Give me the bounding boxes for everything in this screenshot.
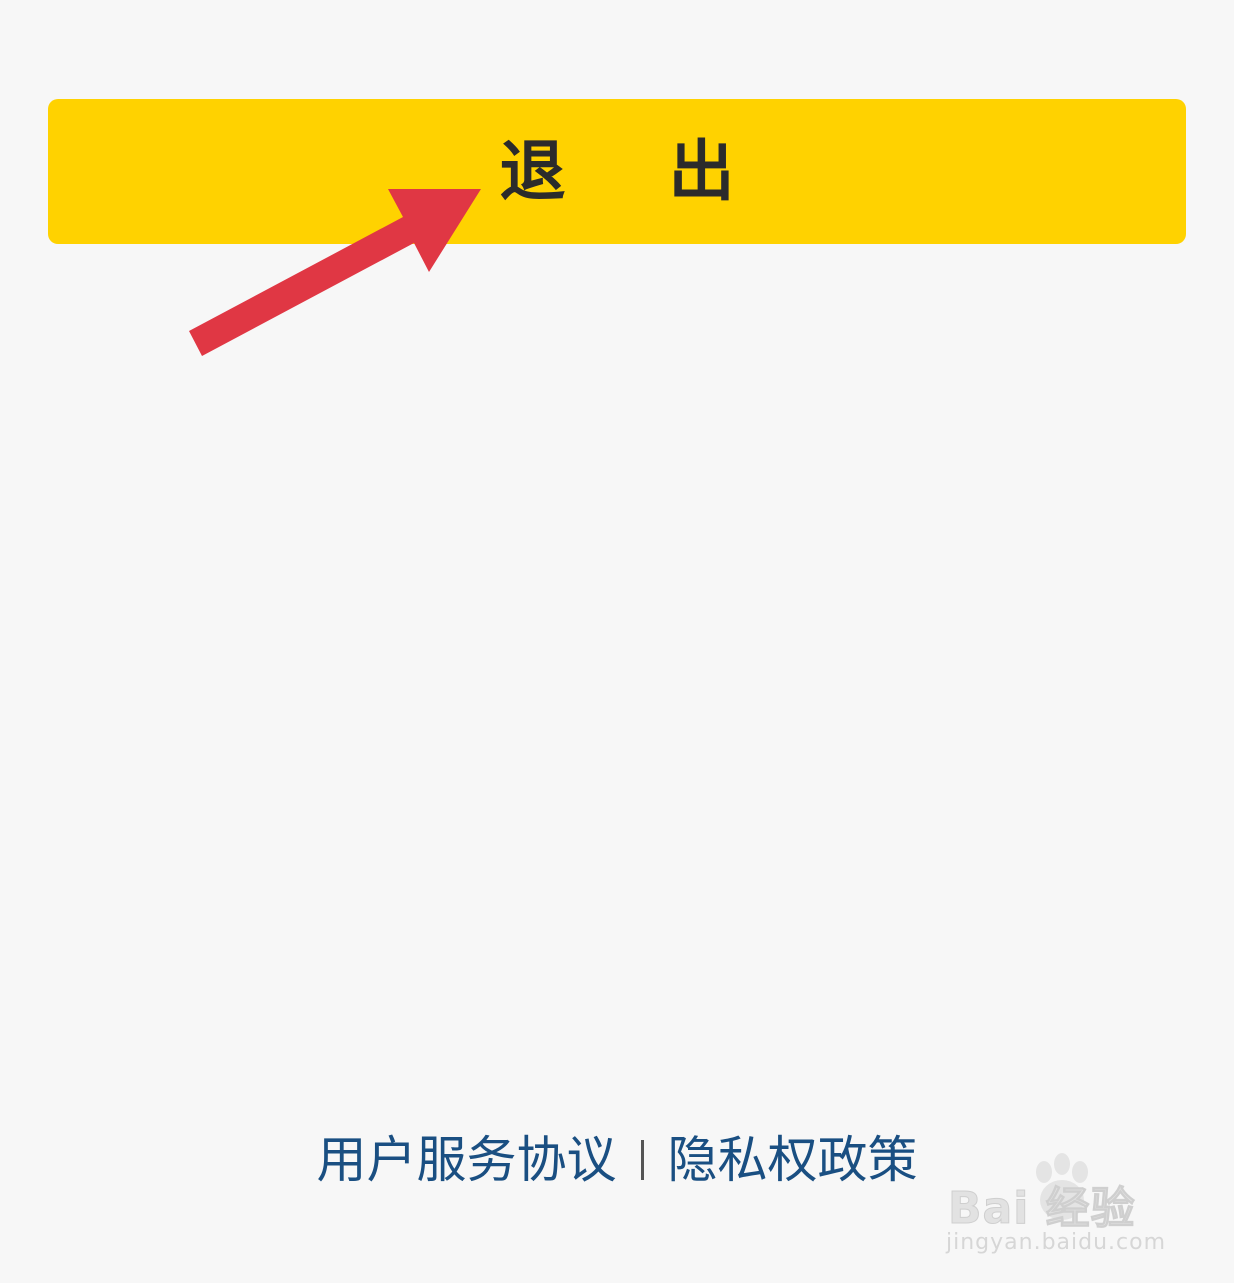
privacy-policy-link[interactable]: 隐私权政策 bbox=[668, 1135, 918, 1185]
footer-divider bbox=[640, 1140, 644, 1180]
baidu-jingyan-watermark: Bai 经验 jingyan.baidu.com bbox=[940, 1148, 1180, 1258]
logout-button[interactable]: 退 出 bbox=[48, 99, 1186, 244]
user-agreement-link[interactable]: 用户服务协议 bbox=[317, 1135, 617, 1185]
logout-button-label: 退 出 bbox=[499, 132, 775, 210]
watermark-brand: Bai 经验 bbox=[948, 1183, 1136, 1235]
watermark-url: jingyan.baidu.com bbox=[946, 1230, 1167, 1255]
